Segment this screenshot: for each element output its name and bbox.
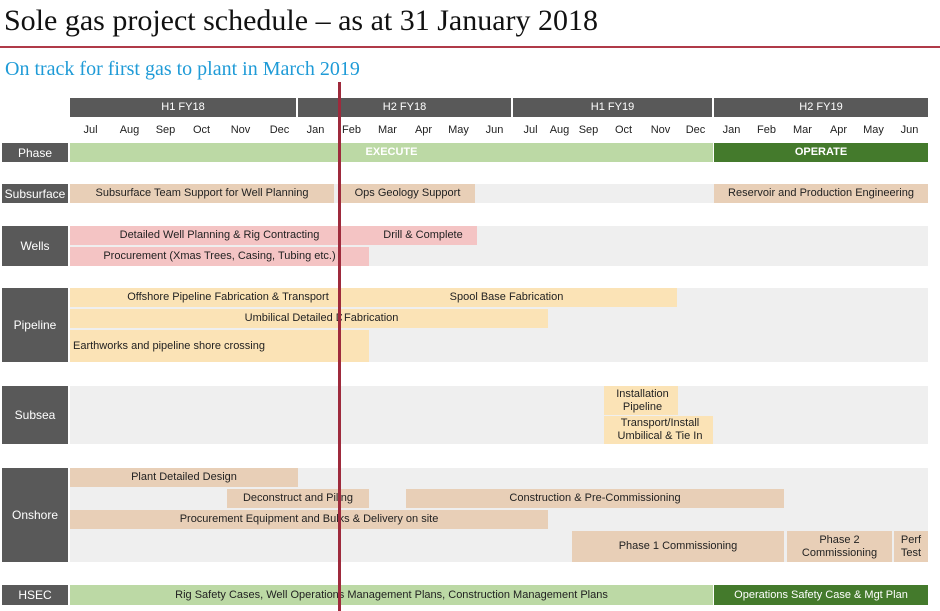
operate-phase-bar: OPERATE (714, 143, 928, 162)
row-label-phase: Phase (2, 143, 68, 162)
status-date-line (338, 82, 341, 611)
row-label-wells: Wells (2, 226, 68, 266)
month-label: Dec (269, 124, 290, 136)
month-label: Oct (192, 124, 211, 136)
task-bar: Installation Pipeline (604, 386, 678, 415)
month-label: Jan (306, 124, 325, 136)
title-divider (0, 46, 940, 48)
task-bar: Deconstruct and Piling (227, 489, 369, 508)
task-bar: Phase 1 Commissioning (572, 531, 784, 562)
month-label: Aug (119, 124, 140, 136)
month-label: Sep (578, 124, 599, 136)
task-bar: Detailed Well Planning & Rig Contracting (70, 226, 369, 245)
task-bar: Subsurface Team Support for Well Plannin… (70, 184, 334, 203)
month-label: Apr (414, 124, 433, 136)
task-bar: Rig Safety Cases, Well Operations Manage… (70, 585, 713, 605)
row-band (70, 386, 928, 444)
month-label: Dec (685, 124, 706, 136)
task-bar: Earthworks and pipeline shore crossing (70, 330, 369, 362)
task-bar: Fabrication (342, 309, 548, 328)
task-bar: Procurement (Xmas Trees, Casing, Tubing … (70, 247, 369, 266)
row-label-onshore: Onshore (2, 468, 68, 562)
row-label-subsurface: Subsurface (2, 184, 68, 203)
month-label: Jun (900, 124, 919, 136)
month-label: Nov (650, 124, 671, 136)
page-title: Sole gas project schedule – as at 31 Jan… (4, 4, 599, 37)
month-label: May (448, 124, 469, 136)
task-bar: Operations Safety Case & Mgt Plan (714, 585, 928, 605)
task-bar: Ops Geology Support (340, 184, 475, 203)
month-label: Jan (722, 124, 741, 136)
half-year-header: H1 FY19 (513, 98, 712, 117)
month-label: Mar (793, 124, 812, 136)
row-label-pipeline: Pipeline (2, 288, 68, 362)
page-subtitle: On track for first gas to plant in March… (5, 58, 360, 80)
month-label: Feb (757, 124, 776, 136)
month-label: Jun (485, 124, 504, 136)
month-label: Jul (83, 124, 98, 136)
task-bar: Transport/Install Umbilical & Tie In (604, 416, 713, 444)
month-label: Oct (614, 124, 633, 136)
month-label: Apr (829, 124, 848, 136)
task-bar: Drill & Complete (369, 226, 477, 245)
task-bar: Construction & Pre-Commissioning (406, 489, 784, 508)
month-label: Nov (230, 124, 251, 136)
execute-phase-bar: EXECUTE (70, 143, 713, 162)
row-label-hsec: HSEC (2, 585, 68, 605)
half-year-header: H1 FY18 (70, 98, 296, 117)
month-label: Mar (378, 124, 397, 136)
task-bar: Umbilical Detailed Design (70, 309, 370, 328)
task-bar: Spool Base Fabrication (336, 288, 677, 307)
task-bar: Plant Detailed Design (70, 468, 298, 487)
half-year-header: H2 FY19 (714, 98, 928, 117)
task-bar: Reservoir and Production Engineering (714, 184, 928, 203)
half-year-header: H2 FY18 (298, 98, 511, 117)
month-label: Sep (155, 124, 176, 136)
task-bar: Procurement Equipment and Bulks & Delive… (70, 510, 548, 529)
task-bar: Phase 2 Commissioning (787, 531, 892, 562)
month-label: May (863, 124, 884, 136)
row-label-subsea: Subsea (2, 386, 68, 444)
task-bar: Perf Test (894, 531, 928, 562)
